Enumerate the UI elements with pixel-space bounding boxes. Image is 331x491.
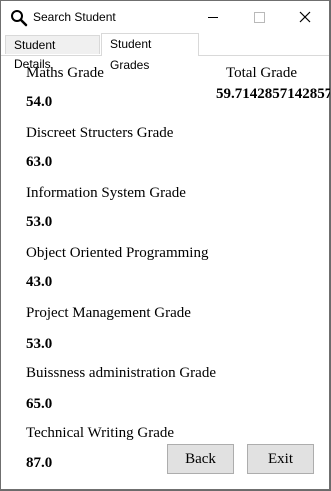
title-bar[interactable]: Search Student: [1, 1, 329, 33]
tab-student-grades[interactable]: Student Grades: [101, 33, 199, 72]
search-student-window: Search Student Student Details Student G…: [0, 0, 330, 490]
search-icon: [11, 10, 28, 27]
back-button[interactable]: Back: [167, 444, 234, 474]
information-system-grade-value: 53.0: [26, 214, 53, 230]
maximize-button[interactable]: [236, 1, 282, 33]
buissness-administration-grade-value: 65.0: [26, 396, 53, 412]
technical-writing-grade-value: 87.0: [26, 455, 53, 471]
project-management-grade-value: 53.0: [26, 336, 53, 352]
tab-student-details[interactable]: Student Details: [5, 35, 100, 71]
total-grade-value: 59.714285714285715: [216, 86, 330, 102]
discreet-structers-grade-value: 63.0: [26, 154, 53, 170]
discreet-structers-grade-label: Discreet Structers Grade: [26, 125, 174, 141]
close-icon: [299, 11, 311, 23]
maths-grade-label: Maths Grade: [26, 65, 104, 81]
total-grade-label: Total Grade: [226, 65, 298, 81]
object-oriented-programming-label: Object Oriented Programming: [26, 245, 209, 261]
information-system-grade-label: Information System Grade: [26, 185, 186, 201]
object-oriented-programming-value: 43.0: [26, 274, 53, 290]
window-title: Search Student: [33, 10, 116, 24]
maths-grade-value: 54.0: [26, 94, 53, 110]
tab-strip: Student Details Student Grades: [1, 33, 329, 72]
maximize-icon: [253, 11, 265, 23]
close-button[interactable]: [282, 1, 328, 33]
minimize-button[interactable]: [190, 1, 236, 33]
technical-writing-grade-label: Technical Writing Grade: [26, 425, 175, 441]
project-management-grade-label: Project Management Grade: [26, 305, 191, 321]
exit-button[interactable]: Exit: [247, 444, 314, 474]
grades-panel: Maths Grade 54.0 Discreet Structers Grad…: [1, 56, 330, 491]
minimize-icon: [208, 16, 218, 18]
buissness-administration-grade-label: Buissness administration Grade: [26, 365, 216, 381]
